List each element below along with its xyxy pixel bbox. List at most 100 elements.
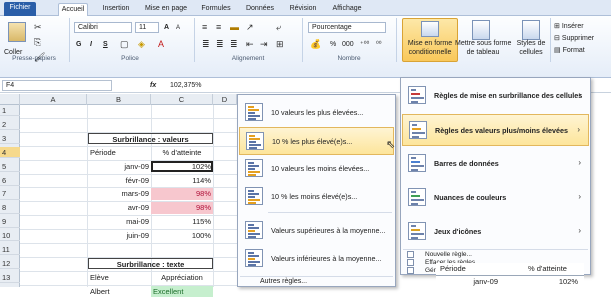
table3-header[interactable]: Période	[440, 263, 466, 274]
row-header[interactable]: 7	[0, 188, 20, 200]
table1-title[interactable]: Surbrillance : valeurs	[88, 132, 213, 145]
increase-indent-icon[interactable]: ⇥	[260, 39, 268, 49]
fill-color-icon[interactable]: ◈	[138, 39, 145, 49]
name-box[interactable]: F4	[2, 80, 112, 91]
table1-period-cell[interactable]: janv-09	[88, 161, 151, 172]
row-header[interactable]: 12	[0, 258, 20, 270]
cut-icon[interactable]: ✂	[34, 22, 42, 32]
top-bottom-item[interactable]: 10 % les plus élevé(e)s...	[239, 127, 394, 155]
wrap-text-icon[interactable]: ⤶	[276, 22, 281, 32]
table3-period-cell[interactable]: janv-09	[440, 276, 500, 287]
table1-value-cell[interactable]: 100%	[151, 230, 213, 241]
table2-name-cell[interactable]: Albert	[88, 286, 151, 297]
select-all-corner[interactable]	[0, 94, 20, 105]
tab-donnees[interactable]: Données	[241, 3, 279, 16]
shrink-font-button[interactable]: A	[176, 24, 180, 33]
table1-value-cell[interactable]: 98%	[151, 188, 213, 200]
align-left-icon[interactable]: ≣	[202, 39, 210, 49]
cell-styles-label-2[interactable]: cellules	[513, 48, 549, 57]
row-header[interactable]: 2	[0, 119, 20, 131]
tab-fichier[interactable]: Fichier	[4, 2, 36, 16]
row-header[interactable]: 6	[0, 175, 20, 186]
table1-value-cell[interactable]: 114%	[151, 175, 213, 186]
table2-header[interactable]: Appréciation	[151, 272, 213, 283]
column-header[interactable]: B	[87, 94, 151, 105]
column-header[interactable]: A	[20, 94, 87, 105]
top-bottom-item[interactable]: Valeurs supérieures à la moyenne...	[239, 217, 394, 245]
more-rules-item[interactable]: Autres règles...	[260, 277, 307, 287]
table1-period-cell[interactable]: mars-09	[88, 188, 151, 199]
row-header[interactable]: 1	[0, 105, 20, 117]
tab-mise-en-page[interactable]: Mise en page	[142, 3, 190, 16]
formula-input[interactable]: 102,375%	[170, 81, 202, 90]
number-format-select[interactable]: Pourcentage	[308, 22, 386, 33]
top-bottom-item[interactable]: 10 valeurs les moins élevées...	[239, 155, 394, 183]
top-bottom-item[interactable]: 10 % les moins élevé(e)s...	[239, 183, 394, 211]
top-bottom-item[interactable]: Valeurs inférieures à la moyenne...	[239, 245, 394, 273]
cf-menu-item[interactable]: Règles de mise en surbrillance des cellu…	[402, 80, 589, 112]
grow-font-button[interactable]: A	[164, 23, 169, 32]
cell-styles-icon[interactable]	[522, 20, 540, 40]
table1-header[interactable]: Période	[88, 147, 151, 158]
merge-center-icon[interactable]: ⊞	[276, 39, 284, 49]
table1-value-cell[interactable]: 98%	[151, 202, 213, 214]
row-header[interactable]: 3	[0, 133, 20, 145]
copy-icon[interactable]: ⎘	[34, 37, 41, 47]
table1-value-cell[interactable]: 102%	[151, 160, 213, 172]
font-name-select[interactable]: Calibri	[74, 22, 132, 33]
table1-header[interactable]: % d'atteinte	[151, 147, 213, 158]
row-header[interactable]: 10	[0, 230, 20, 242]
tab-insertion[interactable]: Insertion	[98, 3, 134, 16]
row-header[interactable]: 11	[0, 244, 20, 256]
underline-button[interactable]: S	[103, 40, 108, 49]
row-header[interactable]: 8	[0, 202, 20, 214]
decrease-decimal-button[interactable]: ⁰⁰	[376, 40, 382, 49]
bold-button[interactable]: G	[76, 40, 81, 49]
cf-menu-item[interactable]: Jeux d'icônes ›	[402, 216, 589, 248]
row-header[interactable]: 13	[0, 272, 20, 284]
align-top-icon[interactable]: ≡	[202, 22, 207, 32]
table2-title[interactable]: Surbrillance : texte	[88, 257, 213, 270]
tab-accueil[interactable]: Accueil	[58, 3, 88, 16]
format-as-table-icon[interactable]	[472, 20, 490, 40]
border-icon[interactable]: ▢	[120, 39, 129, 49]
table1-period-cell[interactable]: avr-09	[88, 202, 151, 213]
font-size-select[interactable]: 11	[135, 22, 159, 33]
paste-icon[interactable]	[8, 22, 26, 42]
cf-menu-item[interactable]: Barres de données ›	[402, 148, 589, 180]
row-header[interactable]: 9	[0, 216, 20, 228]
column-header[interactable]: D	[213, 94, 237, 105]
table3-value-cell[interactable]: 102%	[516, 276, 580, 287]
percent-button[interactable]: %	[330, 40, 336, 49]
format-cells-button[interactable]: ▤ Format	[554, 46, 585, 55]
tab-revision[interactable]: Révision	[285, 3, 321, 16]
cf-menu-item[interactable]: Règles des valeurs plus/moins élevées ›	[402, 114, 589, 146]
table2-header[interactable]: Elève	[88, 272, 151, 283]
align-right-icon[interactable]: ≣	[230, 39, 238, 49]
font-color-icon[interactable]: A	[158, 39, 164, 49]
column-header[interactable]: C	[151, 94, 213, 105]
decrease-indent-icon[interactable]: ⇤	[246, 39, 254, 49]
align-bottom-icon[interactable]: ▬	[230, 22, 239, 32]
currency-icon[interactable]: 💰	[310, 39, 321, 49]
table1-value-cell[interactable]: 115%	[151, 216, 213, 227]
worksheet-grid[interactable]: Surbrillance : valeurs Période% d'atteint…	[20, 105, 237, 297]
align-center-icon[interactable]: ≣	[216, 39, 224, 49]
cell-styles-label-1[interactable]: Styles de	[513, 39, 549, 48]
table3-header[interactable]: % d'atteinte	[528, 263, 567, 274]
thousands-button[interactable]: 000	[342, 40, 354, 49]
orientation-icon[interactable]: ↗	[246, 22, 254, 32]
increase-decimal-button[interactable]: ⁺⁰⁰	[360, 40, 369, 49]
table1-period-cell[interactable]: févr-09	[88, 175, 151, 186]
tab-affichage[interactable]: Affichage	[328, 3, 366, 16]
tab-formules[interactable]: Formules	[198, 3, 234, 16]
insert-cells-button[interactable]: ⊞ Insérer	[554, 22, 584, 31]
italic-button[interactable]: I	[90, 40, 92, 49]
cf-menu-item[interactable]: Nuances de couleurs ›	[402, 182, 589, 214]
delete-cells-button[interactable]: ⊟ Supprimer	[554, 34, 594, 43]
align-middle-icon[interactable]: ≡	[216, 22, 221, 32]
row-header[interactable]: 4	[0, 146, 20, 159]
format-as-table-label-1[interactable]: Mettre sous forme	[455, 39, 511, 48]
top-bottom-item[interactable]: 10 valeurs les plus élevées...	[239, 99, 394, 127]
fx-icon[interactable]: fx	[150, 81, 156, 90]
